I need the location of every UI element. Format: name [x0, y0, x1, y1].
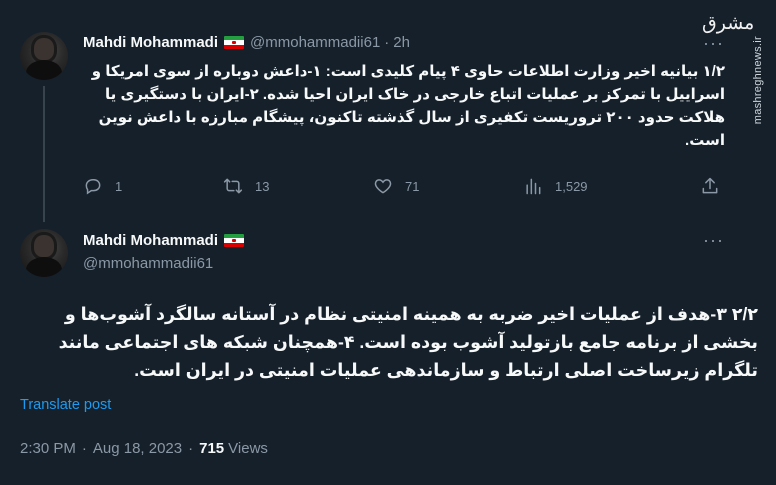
views-count[interactable]: 715 — [199, 440, 224, 457]
retweet-count: 13 — [255, 178, 270, 194]
iran-flag-icon — [224, 36, 245, 49]
more-icon[interactable]: ··· — [703, 34, 724, 52]
author-name[interactable]: Mahdi Mohammadi — [83, 232, 218, 249]
views-count: 1,529 — [555, 178, 588, 194]
post-date[interactable]: Aug 18, 2023 — [93, 440, 182, 457]
separator-dot: · — [384, 34, 390, 51]
reply-count: 1 — [115, 178, 123, 194]
views-icon — [526, 178, 541, 195]
author-handle[interactable]: @mmohammadii61 — [250, 34, 380, 51]
tweet-text: ۲/۲ ۳-هدف از عملیات اخیر ضربه به همینه ا… — [58, 304, 758, 380]
tweet-header: Mahdi Mohammadi — [83, 232, 250, 249]
retweet-button[interactable]: 13 — [223, 176, 269, 196]
separator-dot: · — [81, 440, 87, 457]
retweet-icon — [223, 178, 243, 194]
separator-dot: · — [188, 440, 194, 457]
more-icon[interactable]: ··· — [703, 231, 724, 249]
share-icon — [702, 177, 718, 194]
post-time[interactable]: 2h — [393, 34, 410, 51]
watermark-url: mashreghnews.ir — [752, 36, 764, 125]
avatar[interactable] — [20, 229, 68, 277]
post-metadata: 2:30 PM · Aug 18, 2023 · 715 Views — [20, 440, 268, 457]
views-button[interactable]: 1,529 — [523, 176, 588, 196]
watermark-logo: مشرق — [702, 12, 755, 34]
translate-post-link[interactable]: Translate post — [20, 397, 111, 413]
tweet-header: Mahdi Mohammadi @mmohammadii61 · 2h — [83, 34, 410, 51]
views-label: Views — [228, 440, 268, 457]
like-button[interactable]: 71 — [373, 176, 419, 196]
reply-button[interactable]: 1 — [83, 176, 122, 196]
reply-icon — [85, 179, 101, 195]
like-icon — [374, 179, 392, 194]
post-time[interactable]: 2:30 PM — [20, 440, 76, 457]
like-count: 71 — [405, 178, 420, 194]
avatar[interactable] — [20, 32, 68, 80]
thread-line — [43, 86, 45, 222]
share-button[interactable] — [700, 176, 732, 196]
author-name[interactable]: Mahdi Mohammadi — [83, 34, 218, 51]
author-handle[interactable]: @mmohammadii61 — [83, 255, 213, 272]
iran-flag-icon — [224, 234, 245, 247]
tweet-text: ۱/۲ بیانیه اخیر وزارت اطلاعات حاوی ۴ پیا… — [91, 63, 725, 149]
tweet-actions: 1 13 71 1,529 — [83, 176, 728, 198]
